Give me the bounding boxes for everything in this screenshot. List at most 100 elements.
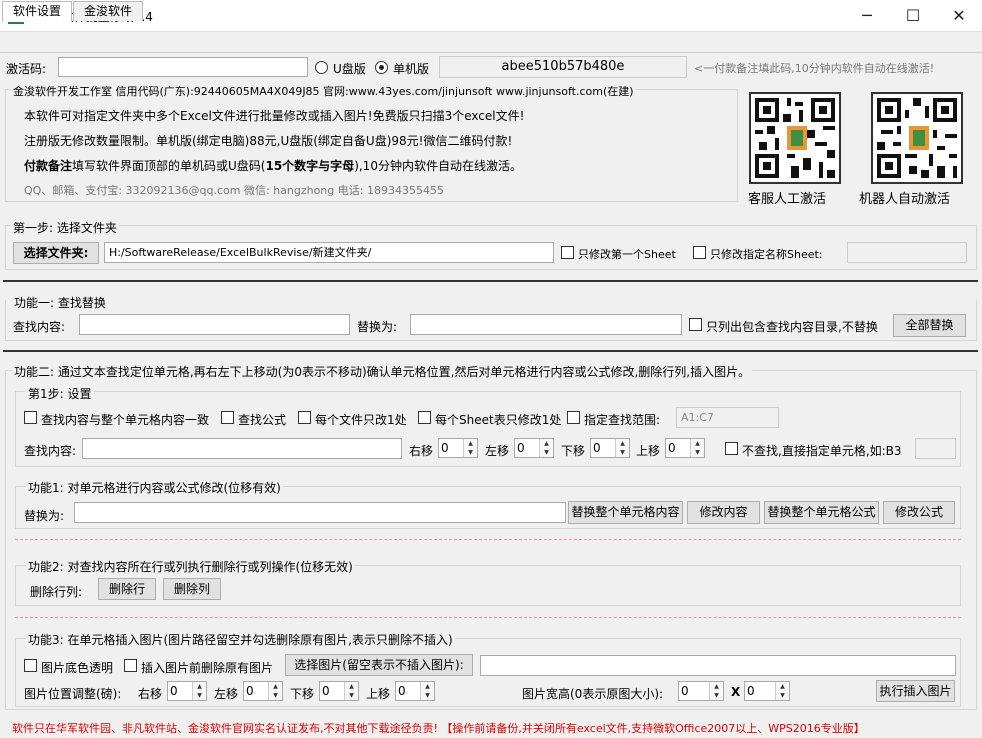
divider-1 bbox=[3, 280, 978, 282]
only-first-sheet-label: 只修改第一个Sheet bbox=[578, 248, 676, 261]
activation-code-label: 激活码: bbox=[6, 62, 47, 76]
func2-settings-legend: 第1步: 设置 bbox=[26, 385, 94, 402]
replace-cell-formula-button[interactable]: 替换整个单元格公式 bbox=[764, 501, 879, 524]
footer-notice: 软件只在华军软件园、非凡软件站、金浚软件官网实名认证发布,不对其他下载途径负责!… bbox=[12, 722, 865, 735]
move-down-label: 下移 bbox=[561, 444, 586, 458]
delete-rowcol-label: 删除行列: bbox=[30, 585, 83, 599]
range-label: 指定查找范围: bbox=[584, 413, 661, 427]
only-named-sheet-checkbox[interactable] bbox=[693, 246, 706, 259]
f2-legend: 功能2: 对查找内容所在行或列执行删除行或列操作(位移无效) bbox=[26, 558, 355, 575]
pc-version-label: 单机版 bbox=[393, 62, 430, 76]
find-formula-checkbox[interactable] bbox=[221, 411, 234, 424]
img-down-label: 下移 bbox=[290, 687, 315, 701]
delete-existing-label: 插入图片前删除原有图片 bbox=[141, 661, 274, 675]
list-only-checkbox[interactable] bbox=[689, 318, 702, 331]
delete-column-button[interactable]: 删除列 bbox=[163, 578, 221, 600]
move-up-spinner[interactable]: 0 ▲ ▼ bbox=[665, 438, 705, 458]
delete-row-button[interactable]: 删除行 bbox=[98, 578, 156, 600]
maximize-button[interactable]: ☐ bbox=[890, 0, 936, 32]
minimize-button[interactable]: ─ bbox=[844, 0, 890, 32]
transparent-checkbox[interactable] bbox=[24, 659, 37, 672]
func1-find-input[interactable] bbox=[79, 314, 350, 335]
func2-find-input[interactable] bbox=[82, 438, 402, 459]
contact-info: QQ、邮箱、支付宝: 332092136@qq.com 微信: hangzhon… bbox=[24, 184, 444, 197]
img-left-spinner[interactable]: 0 ▲ ▼ bbox=[243, 681, 283, 701]
image-height-spinner[interactable]: 0 ▲ ▼ bbox=[744, 681, 790, 701]
position-label: 图片位置调整(磅): bbox=[24, 687, 122, 701]
info-line-3: 付款备注填写软件界面顶部的单机码或U盘码(15个数字与字母),10分钟内软件自动… bbox=[24, 159, 522, 173]
image-size-label: 图片宽高(0表示原图大小): bbox=[522, 687, 664, 701]
delete-existing-checkbox[interactable] bbox=[124, 659, 137, 672]
direct-cell-input[interactable] bbox=[915, 438, 956, 459]
range-checkbox[interactable] bbox=[567, 411, 580, 424]
qr-label-robot: 机器人自动激活 bbox=[859, 192, 951, 207]
func1-find-label: 查找内容: bbox=[13, 320, 66, 334]
machine-code-field[interactable]: abee510b57b480e bbox=[439, 56, 687, 78]
insert-image-button[interactable]: 执行插入图片 bbox=[876, 680, 955, 702]
only-first-sheet-checkbox[interactable] bbox=[561, 246, 574, 259]
img-left-label: 左移 bbox=[214, 687, 239, 701]
modify-content-button[interactable]: 修改内容 bbox=[687, 501, 760, 524]
info-line-1: 本软件可对指定文件夹中多个Excel文件进行批量修改或插入图片!免费版只扫描3个… bbox=[24, 109, 525, 123]
move-left-spinner[interactable]: 0 ▲ ▼ bbox=[514, 438, 554, 458]
range-input[interactable]: A1:C7 bbox=[676, 407, 779, 428]
match-whole-label: 查找内容与整个单元格内容一致 bbox=[41, 413, 210, 427]
img-down-spinner[interactable]: 0 ▲ ▼ bbox=[319, 681, 359, 701]
image-path-input[interactable] bbox=[480, 655, 956, 676]
move-left-label: 左移 bbox=[485, 444, 510, 458]
modify-formula-button[interactable]: 修改公式 bbox=[883, 501, 955, 524]
func1-replace-label: 替换为: bbox=[357, 320, 398, 334]
divider-2 bbox=[3, 350, 978, 352]
image-width-spinner[interactable]: 0 ▲ ▼ bbox=[678, 681, 724, 701]
list-only-label: 只列出包含查找内容目录,不替换 bbox=[706, 320, 878, 334]
select-image-button[interactable]: 选择图片(留空表示不插入图片): bbox=[285, 654, 473, 676]
only-named-sheet-label: 只修改指定名称Sheet: bbox=[710, 248, 823, 261]
sheet-name-input[interactable] bbox=[847, 242, 967, 263]
replace-cell-content-button[interactable]: 替换整个单元格内容 bbox=[568, 501, 683, 524]
f1-replace-label: 替换为: bbox=[24, 509, 65, 523]
dashed-divider-2 bbox=[15, 617, 961, 618]
tab-software-settings[interactable]: 软件设置 bbox=[2, 1, 73, 22]
qr-label-customer-service: 客服人工激活 bbox=[748, 192, 827, 207]
once-per-sheet-checkbox[interactable] bbox=[418, 411, 431, 424]
qr-code-customer-service bbox=[749, 92, 841, 184]
step1-legend: 第一步: 选择文件夹 bbox=[11, 219, 119, 236]
usb-version-label: U盘版 bbox=[333, 62, 366, 76]
dashed-divider-1 bbox=[15, 539, 961, 540]
match-whole-checkbox[interactable] bbox=[24, 411, 37, 424]
company-info: 金浚软件开发工作室 信用代码(广东):92440605MA4X049J85 官网… bbox=[11, 83, 636, 99]
img-up-spinner[interactable]: 0 ▲ ▼ bbox=[395, 681, 435, 701]
transparent-label: 图片底色透明 bbox=[41, 661, 114, 675]
f1-legend: 功能1: 对单元格进行内容或公式修改(位移有效) bbox=[26, 479, 283, 496]
img-up-label: 上移 bbox=[366, 687, 391, 701]
f3-legend: 功能3: 在单元格插入图片(图片路径留空并勾选删除原有图片,表示只删除不插入) bbox=[26, 631, 455, 648]
move-right-label: 右移 bbox=[409, 444, 434, 458]
func2-legend: 功能二: 通过文本查找定位单元格,再右左下上移动(为0表示不移动)确认单元格位置… bbox=[12, 363, 753, 380]
once-per-file-label: 每个文件只改1处 bbox=[315, 413, 407, 427]
no-find-label: 不查找,直接指定单元格,如:B3 bbox=[742, 444, 902, 458]
move-right-spinner[interactable]: 0 ▲ ▼ bbox=[438, 438, 478, 458]
pc-version-radio[interactable] bbox=[375, 61, 388, 74]
tab-jinjun-software[interactable]: 金浚软件 bbox=[73, 1, 144, 21]
activation-code-input[interactable] bbox=[58, 57, 308, 77]
f1-replace-input[interactable] bbox=[74, 502, 566, 523]
no-find-checkbox[interactable] bbox=[725, 442, 738, 455]
usb-version-radio[interactable] bbox=[315, 61, 328, 74]
once-per-sheet-label: 每个Sheet表只修改1处 bbox=[435, 413, 562, 427]
func2-find-label: 查找内容: bbox=[24, 444, 77, 458]
qr-code-robot bbox=[871, 92, 963, 184]
tab-bar bbox=[0, 32, 982, 53]
select-folder-button[interactable]: 选择文件夹: bbox=[13, 242, 99, 264]
find-formula-label: 查找公式 bbox=[238, 413, 287, 427]
img-right-label: 右移 bbox=[138, 687, 163, 701]
func1-replace-input[interactable] bbox=[410, 314, 682, 335]
img-right-spinner[interactable]: 0 ▲ ▼ bbox=[167, 681, 207, 701]
move-down-spinner[interactable]: 0 ▲ ▼ bbox=[590, 438, 630, 458]
activation-hint: <一付款备注填此码,10分钟内软件自动在线激活! bbox=[694, 62, 935, 75]
once-per-file-checkbox[interactable] bbox=[298, 411, 311, 424]
replace-all-button[interactable]: 全部替换 bbox=[893, 314, 966, 337]
move-up-label: 上移 bbox=[636, 444, 661, 458]
folder-path-input[interactable]: H:/SoftwareRelease/ExcelBulkRevise/新建文件夹… bbox=[104, 242, 554, 263]
size-x-label: X bbox=[731, 685, 741, 699]
close-button[interactable]: ✕ bbox=[936, 0, 982, 32]
